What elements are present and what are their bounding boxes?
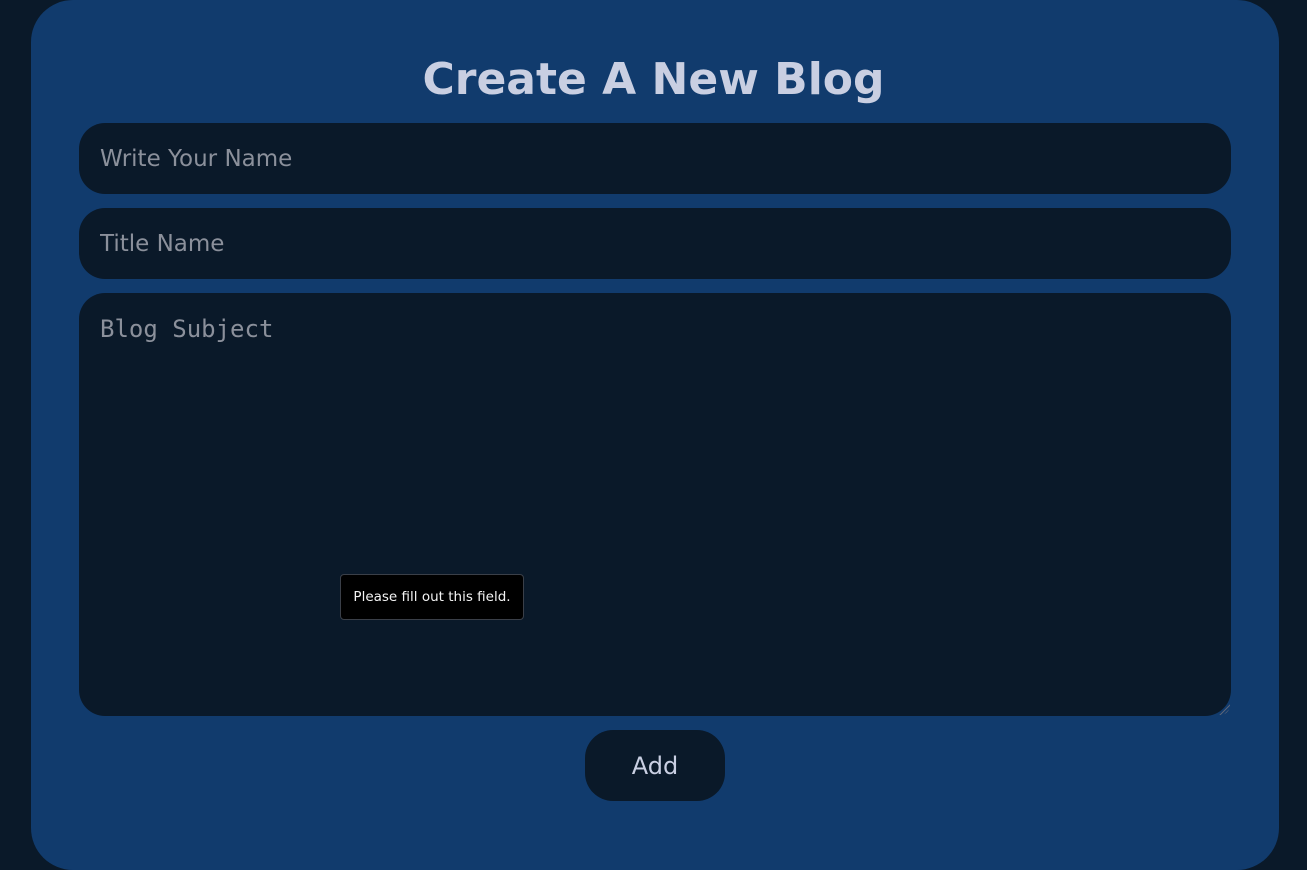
- author-name-input[interactable]: [79, 123, 1231, 194]
- blog-title-input[interactable]: [79, 208, 1231, 279]
- blog-subject-textarea[interactable]: [79, 293, 1231, 716]
- validation-tooltip: Please fill out this field.: [340, 574, 524, 620]
- page-title: Create A New Blog: [422, 54, 885, 105]
- add-button[interactable]: Add: [585, 730, 725, 801]
